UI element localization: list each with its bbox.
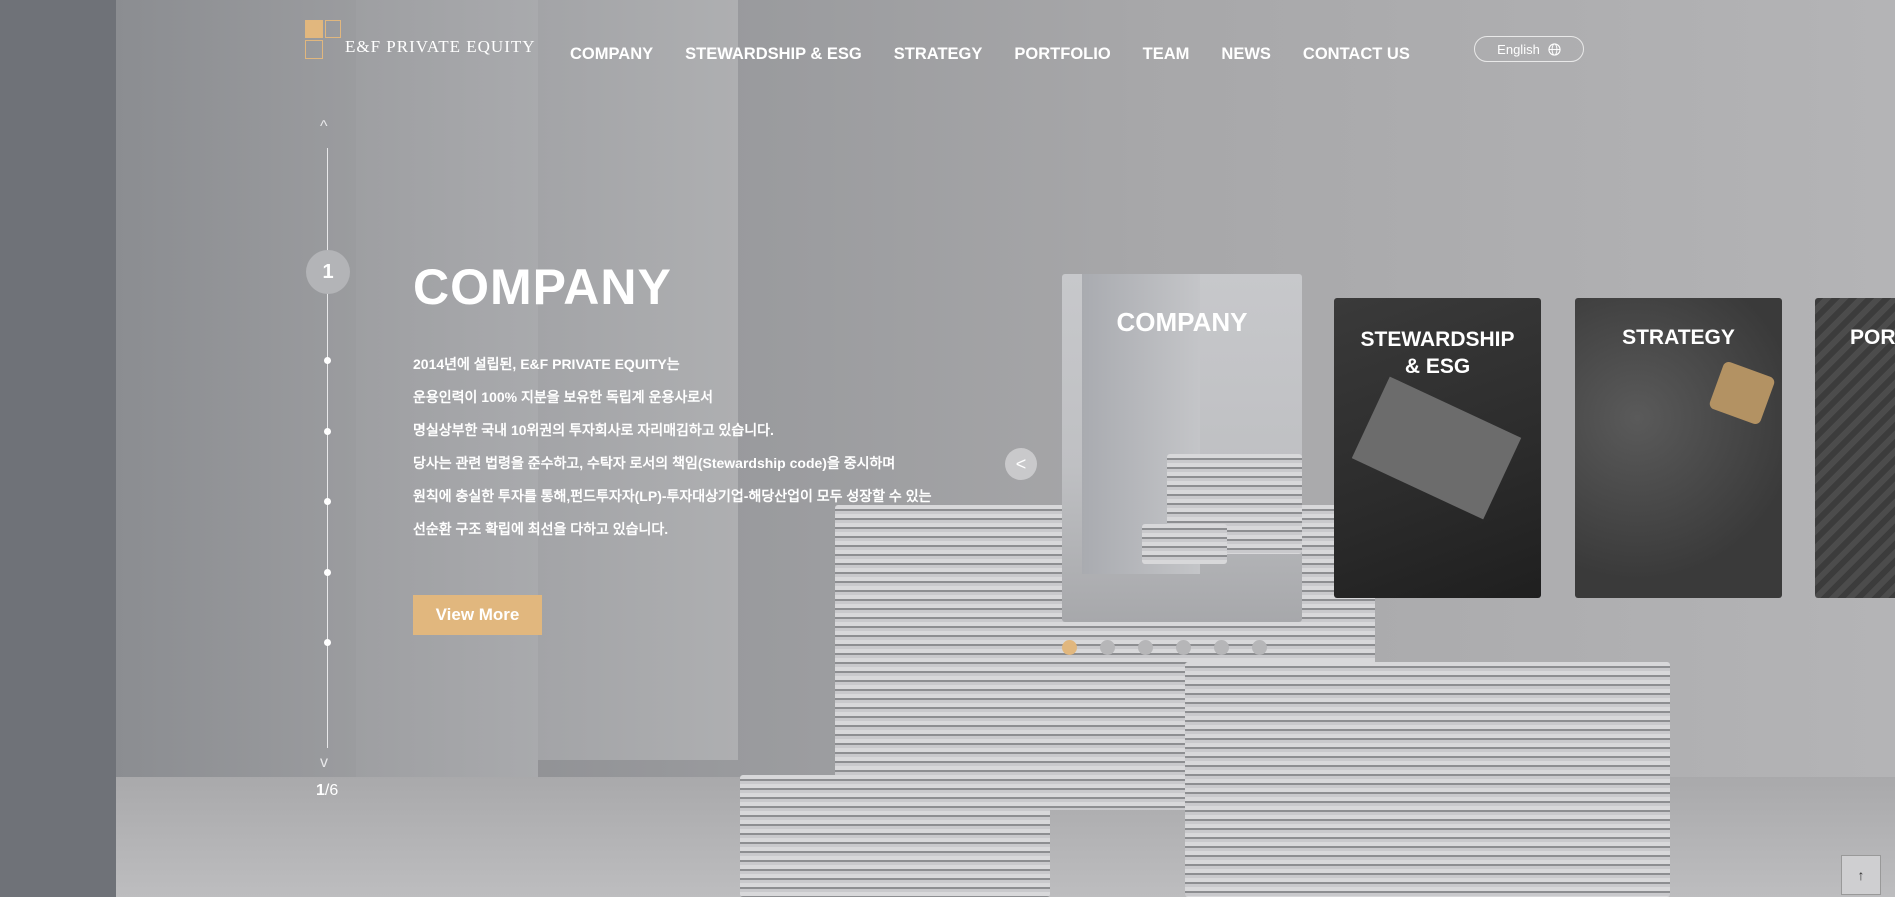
nav-team[interactable]: TEAM — [1143, 45, 1190, 64]
hero-description-line: 운용인력이 100% 지분을 보유한 독립계 운용사로서 — [413, 389, 713, 405]
card-portfolio[interactable]: POR — [1815, 298, 1895, 598]
scroll-top-button[interactable]: ↑ — [1841, 855, 1881, 895]
hero-description-line: 선순환 구조 확립에 최선을 다하고 있습니다. — [413, 521, 669, 537]
card-image — [1142, 524, 1227, 564]
logo-mark — [305, 20, 343, 60]
slider-dot[interactable] — [1138, 640, 1153, 655]
pager-line — [327, 148, 328, 748]
card-title: POR — [1850, 326, 1895, 349]
hero-description: 2014년에 설립된, E&F PRIVATE EQUITY는 운용인력이 10… — [413, 348, 973, 546]
nav-company[interactable]: COMPANY — [570, 45, 653, 64]
card-stewardship-esg[interactable]: STEWARDSHIP & ESG — [1334, 298, 1541, 598]
card-title: STEWARDSHIP & ESG — [1360, 328, 1515, 378]
hero-title: COMPANY — [413, 259, 672, 315]
nav-news[interactable]: NEWS — [1221, 45, 1271, 64]
card-company[interactable]: COMPANY — [1062, 274, 1302, 622]
paper-stack — [740, 775, 1050, 897]
paper-stack — [1185, 662, 1670, 897]
pager-count: 1/6 — [316, 782, 339, 799]
view-more-button[interactable]: View More — [413, 595, 542, 635]
slider-dots — [1062, 640, 1267, 655]
hero-description-line: 2014년에 설립된, E&F PRIVATE EQUITY는 — [413, 356, 680, 372]
pager-dot[interactable] — [324, 428, 331, 435]
slider-dot[interactable] — [1062, 640, 1077, 655]
background-wall — [0, 0, 116, 897]
globe-icon — [1548, 42, 1561, 56]
hero-description-line: 당사는 관련 법령을 준수하고, 수탁자 로서의 책임(Stewardship … — [413, 455, 896, 471]
nav-strategy[interactable]: STRATEGY — [894, 45, 983, 64]
slider-prev-button[interactable]: < — [1005, 448, 1037, 480]
language-label: English — [1497, 41, 1540, 57]
slider-dot[interactable] — [1252, 640, 1267, 655]
card-strategy[interactable]: STRATEGY — [1575, 298, 1782, 598]
card-image — [1708, 360, 1776, 426]
hero-description-line: 원칙에 충실한 투자를 통해,펀드투자자(LP)-투자대상기업-해당산업이 모두… — [413, 488, 932, 504]
slider-dot[interactable] — [1176, 640, 1191, 655]
slider-dot[interactable] — [1100, 640, 1115, 655]
logo[interactable]: E&F PRIVATE EQUITY — [305, 20, 536, 60]
nav-contact-us[interactable]: CONTACT US — [1303, 45, 1410, 64]
card-title: STRATEGY — [1622, 326, 1735, 349]
logo-text: E&F PRIVATE EQUITY — [345, 37, 536, 56]
section-pager: ^ 1 v 1/6 — [306, 118, 350, 808]
pager-active-step[interactable]: 1 — [306, 250, 350, 294]
nav-portfolio[interactable]: PORTFOLIO — [1014, 45, 1110, 64]
nav-stewardship-esg[interactable]: STEWARDSHIP & ESG — [685, 45, 862, 64]
pager-up-arrow[interactable]: ^ — [320, 118, 328, 136]
pager-down-arrow[interactable]: v — [320, 754, 328, 772]
main-nav: COMPANY STEWARDSHIP & ESG STRATEGY PORTF… — [570, 45, 1442, 64]
pager-dot[interactable] — [324, 639, 331, 646]
card-image — [1351, 376, 1522, 520]
card-title: COMPANY — [1116, 307, 1248, 337]
hero-description-line: 명실상부한 국내 10위권의 투자회사로 자리매김하고 있습니다. — [413, 422, 774, 438]
pager-dot[interactable] — [324, 357, 331, 364]
pager-dot[interactable] — [324, 498, 331, 505]
slider-dot[interactable] — [1214, 640, 1229, 655]
pager-dot[interactable] — [324, 569, 331, 576]
language-selector[interactable]: English — [1474, 36, 1584, 62]
